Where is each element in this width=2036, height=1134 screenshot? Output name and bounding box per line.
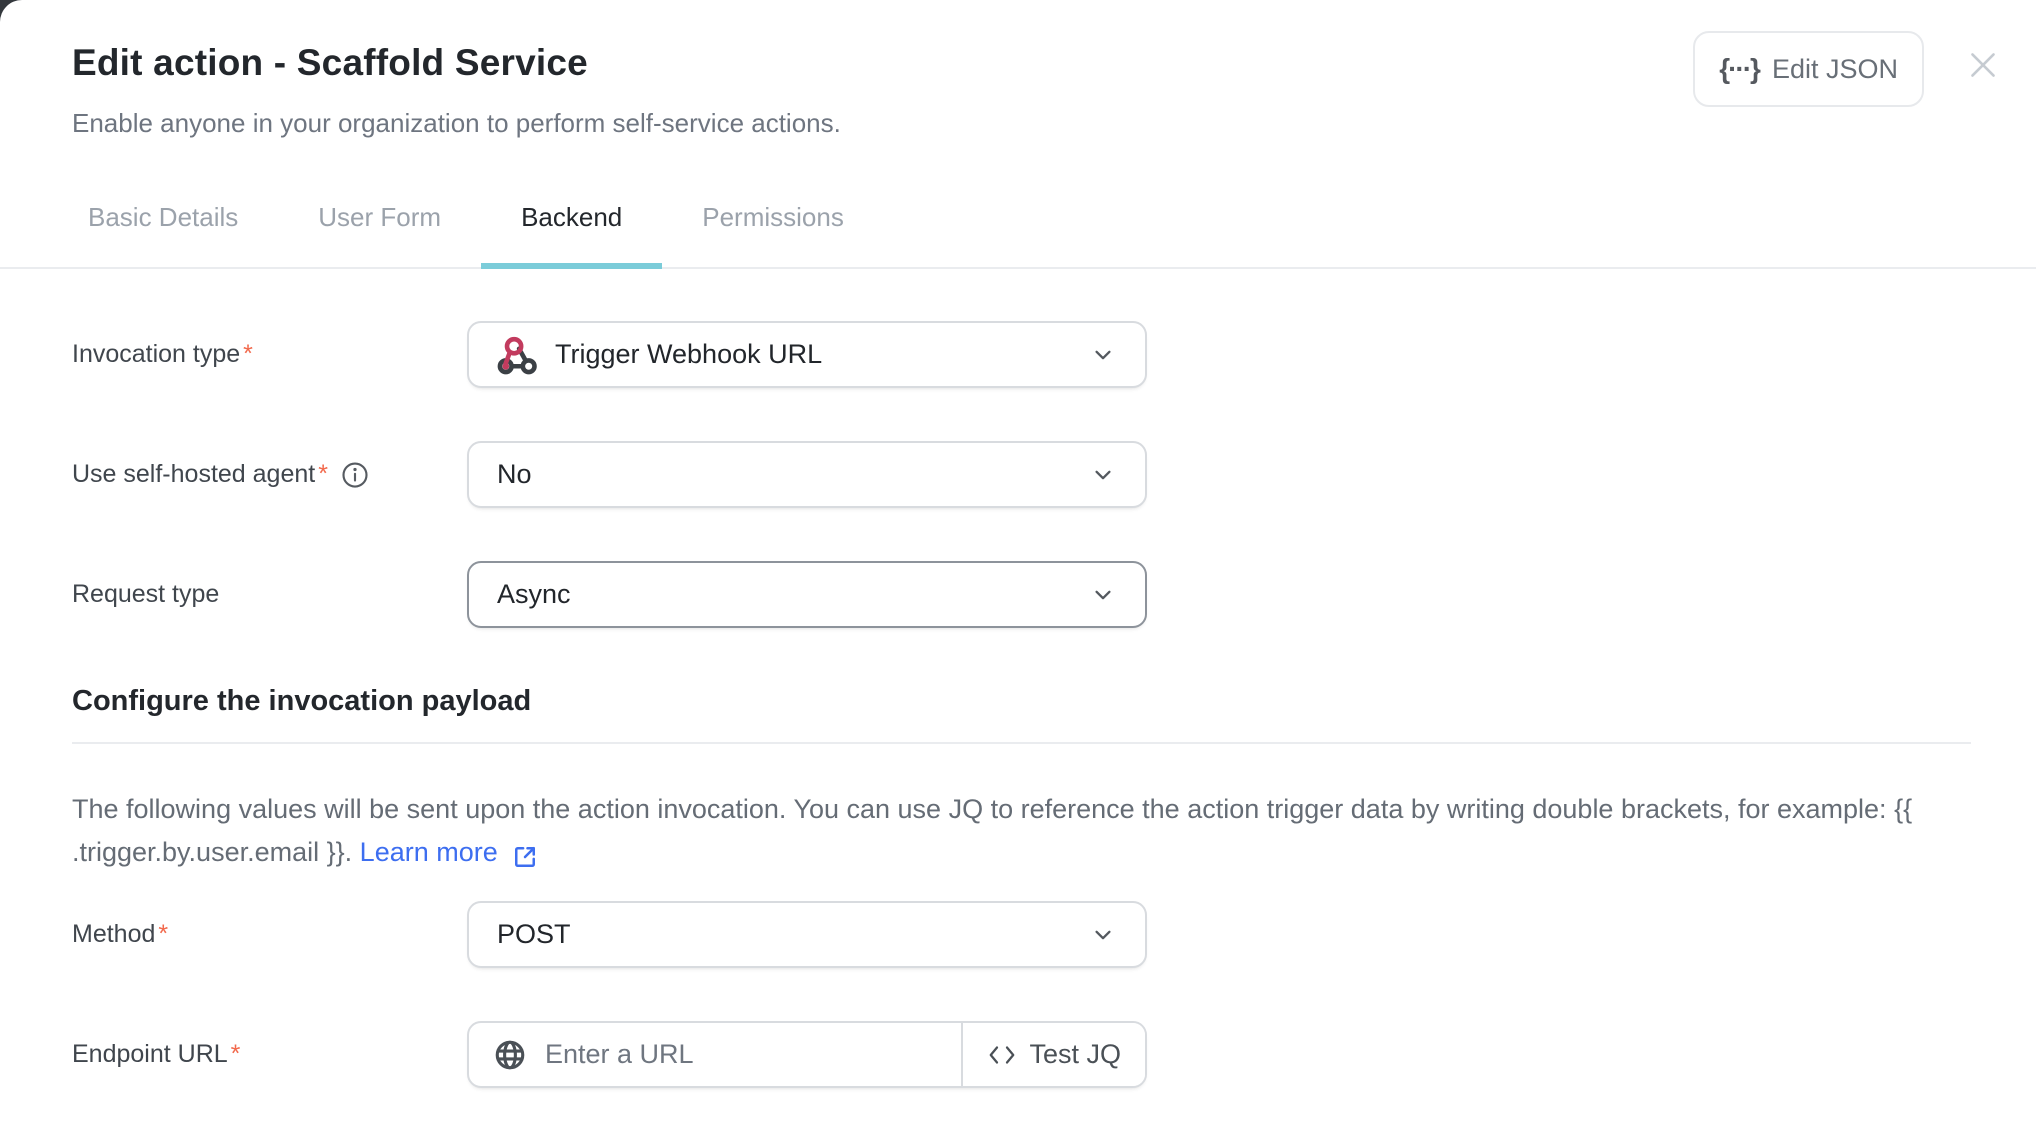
chevron-down-icon (1089, 341, 1117, 369)
self-hosted-agent-label: Use self-hosted agent* (72, 460, 467, 490)
backend-tab-panel: Invocation type* (0, 321, 2036, 1088)
payload-description: The following values will be sent upon t… (72, 788, 1952, 874)
edit-action-dialog: Edit action - Scaffold Service Enable an… (0, 0, 2036, 1134)
invocation-type-select[interactable]: Trigger Webhook URL (467, 321, 1147, 388)
endpoint-url-field-wrap (469, 1023, 961, 1086)
endpoint-url-row: Endpoint URL* (72, 1021, 1971, 1088)
endpoint-url-group: Test JQ (467, 1021, 1147, 1088)
request-type-row: Request type Async (72, 561, 1971, 628)
required-asterisk: * (318, 460, 328, 489)
request-type-value: Async (497, 579, 571, 610)
tab-permissions[interactable]: Permissions (662, 167, 884, 267)
endpoint-url-input[interactable] (543, 1038, 961, 1071)
invocation-type-label: Invocation type* (72, 340, 467, 369)
request-type-label: Request type (72, 580, 467, 609)
required-asterisk: * (243, 340, 253, 369)
self-hosted-agent-select[interactable]: No (467, 441, 1147, 508)
label-text: Use self-hosted agent (72, 460, 315, 489)
info-icon[interactable] (340, 460, 370, 490)
webhook-icon (497, 335, 537, 375)
endpoint-url-label: Endpoint URL* (72, 1040, 467, 1069)
tab-backend[interactable]: Backend (481, 167, 662, 267)
chevron-down-icon (1089, 461, 1117, 489)
external-link-icon (510, 842, 540, 872)
learn-more-link[interactable]: Learn more (360, 831, 540, 874)
self-hosted-agent-value: No (497, 459, 532, 490)
test-jq-button[interactable]: Test JQ (963, 1023, 1145, 1086)
request-type-select[interactable]: Async (467, 561, 1147, 628)
code-brackets-icon (987, 1042, 1017, 1068)
method-select[interactable]: POST (467, 901, 1147, 968)
json-braces-icon: {···} (1719, 53, 1759, 85)
invocation-type-row: Invocation type* (72, 321, 1971, 388)
page-subtitle: Enable anyone in your organization to pe… (72, 108, 1996, 139)
self-hosted-agent-row: Use self-hosted agent* No (72, 441, 1971, 508)
tab-label: Permissions (702, 202, 844, 233)
edit-json-button[interactable]: {···} Edit JSON (1693, 31, 1924, 107)
tab-bar: Basic Details User Form Backend Permissi… (0, 167, 2036, 269)
tab-basic-details[interactable]: Basic Details (48, 167, 278, 267)
tab-user-form[interactable]: User Form (278, 167, 481, 267)
dialog-header: Edit action - Scaffold Service Enable an… (0, 0, 2036, 139)
label-text: Endpoint URL (72, 1040, 228, 1069)
label-text: Invocation type (72, 340, 240, 369)
tab-label: Backend (521, 202, 622, 233)
label-text: Request type (72, 580, 219, 609)
label-text: Method (72, 920, 155, 949)
tab-label: User Form (318, 202, 441, 233)
invocation-type-value: Trigger Webhook URL (555, 339, 822, 370)
test-jq-label: Test JQ (1029, 1039, 1121, 1070)
section-divider (72, 742, 1971, 744)
payload-section-heading: Configure the invocation payload (72, 687, 1971, 716)
globe-icon (493, 1038, 527, 1072)
method-label: Method* (72, 920, 467, 949)
learn-more-label: Learn more (360, 831, 498, 874)
method-value: POST (497, 919, 571, 950)
chevron-down-icon (1089, 921, 1117, 949)
edit-json-label: Edit JSON (1772, 54, 1898, 85)
method-row: Method* POST (72, 901, 1971, 968)
required-asterisk: * (231, 1040, 241, 1069)
tab-label: Basic Details (88, 202, 238, 233)
required-asterisk: * (158, 920, 168, 949)
payload-description-text: The following values will be sent upon t… (72, 794, 1912, 867)
chevron-down-icon (1089, 581, 1117, 609)
close-icon[interactable] (1964, 46, 2002, 84)
